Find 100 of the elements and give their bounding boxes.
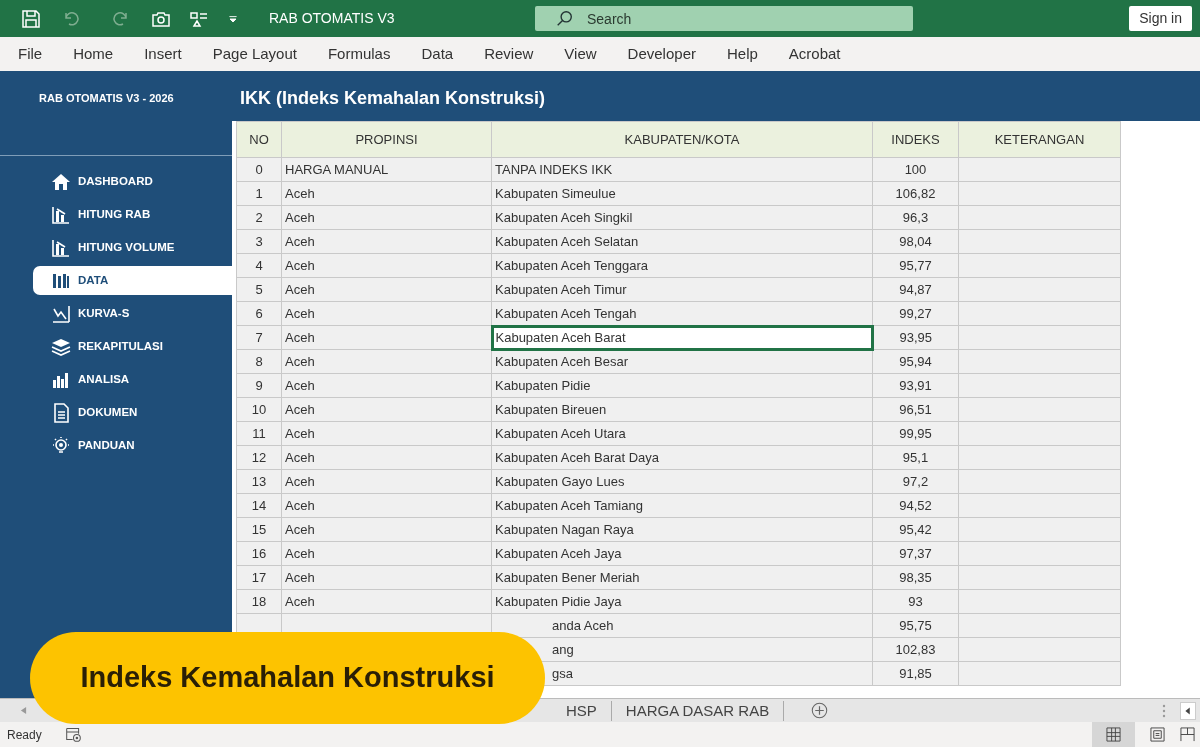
- table-cell[interactable]: Kabupaten Aceh Jaya: [491, 541, 873, 566]
- table-cell[interactable]: Kabupaten Bireuen: [491, 397, 873, 422]
- normal-view-icon[interactable]: [1092, 722, 1135, 747]
- table-cell: 98,35: [872, 565, 959, 590]
- title-banner: Indeks Kemahalan Konstruksi: [30, 632, 545, 724]
- table-cell: 18: [236, 589, 282, 614]
- table-cell[interactable]: Kabupaten Aceh Timur: [491, 277, 873, 302]
- ribbon-tab[interactable]: Data: [421, 42, 454, 66]
- table-cell: 8: [236, 349, 282, 374]
- table-cell[interactable]: Kabupaten Bener Meriah: [491, 565, 873, 590]
- search-field[interactable]: Search: [535, 6, 913, 31]
- table-cell[interactable]: Kabupaten Aceh Besar: [491, 349, 873, 374]
- table-cell[interactable]: Kabupaten Nagan Raya: [491, 517, 873, 542]
- table-cell: HARGA MANUAL: [281, 157, 492, 182]
- table-cell[interactable]: Kabupaten Aceh Tengah: [491, 301, 873, 326]
- table-cell[interactable]: Kabupaten Aceh Selatan: [491, 229, 873, 254]
- table-cell[interactable]: Kabupaten Aceh Utara: [491, 421, 873, 446]
- table-cell: 7: [236, 325, 282, 350]
- sidebar-item[interactable]: PANDUAN: [33, 431, 232, 460]
- table-cell[interactable]: Kabupaten Simeulue: [491, 181, 873, 206]
- table-cell: 98,04: [872, 229, 959, 254]
- window-title: RAB OTOMATIS V3: [269, 9, 395, 28]
- table-cell[interactable]: Kabupaten Gayo Lues: [491, 469, 873, 494]
- table-cell: 102,83: [872, 637, 959, 662]
- table-cell[interactable]: Kabupaten Aceh Singkil: [491, 205, 873, 230]
- table-cell: 95,77: [872, 253, 959, 278]
- table-cell[interactable]: Kabupaten Pidie Jaya: [491, 589, 873, 614]
- ribbon-tab[interactable]: Acrobat: [788, 42, 841, 66]
- table-cell: Aceh: [281, 565, 492, 590]
- table-cell: 95,42: [872, 517, 959, 542]
- table-cell: 96,51: [872, 397, 959, 422]
- document-icon: [51, 402, 71, 423]
- table-cell: 2: [236, 205, 282, 230]
- sidebar-item[interactable]: REKAPITULASI: [33, 332, 232, 361]
- table-cell[interactable]: TANPA INDEKS IKK: [491, 157, 873, 182]
- ribbon-tab[interactable]: Review: [484, 42, 534, 66]
- table-cell[interactable]: Kabupaten Aceh Tenggara: [491, 253, 873, 278]
- table-cell: 97,2: [872, 469, 959, 494]
- line-chart-icon: [51, 303, 71, 324]
- status-text: Ready: [7, 726, 42, 744]
- table-cell: 97,37: [872, 541, 959, 566]
- table-cell: 93,91: [872, 373, 959, 398]
- sidebar-item[interactable]: DATA: [33, 266, 232, 295]
- app-title: RAB OTOMATIS V3 - 2026: [39, 92, 174, 104]
- ribbon-tab[interactable]: File: [18, 42, 43, 66]
- table-cell: 12: [236, 445, 282, 470]
- table-cell: Aceh: [281, 325, 492, 350]
- table-cell: 99,95: [872, 421, 959, 446]
- sheet-tab[interactable]: HSP: [552, 700, 612, 721]
- table-cell: 10: [236, 397, 282, 422]
- table-cell: Aceh: [281, 445, 492, 470]
- table-cell: 11: [236, 421, 282, 446]
- sidebar-item[interactable]: DOKUMEN: [33, 398, 232, 427]
- table-cell: 16: [236, 541, 282, 566]
- save-icon[interactable]: [21, 8, 41, 29]
- layers-icon: [51, 336, 71, 357]
- table-cell: 3: [236, 229, 282, 254]
- search-icon: [556, 10, 573, 27]
- accessibility-icon[interactable]: [64, 726, 82, 743]
- ribbon-tab[interactable]: Help: [726, 42, 758, 66]
- table-cell: Aceh: [281, 181, 492, 206]
- sign-in-button[interactable]: Sign in: [1129, 6, 1192, 31]
- ribbon-tab[interactable]: Formulas: [327, 42, 391, 66]
- ribbon-tab[interactable]: View: [564, 42, 597, 66]
- house-icon: [51, 171, 71, 192]
- sidebar-item[interactable]: HITUNG RAB: [33, 200, 232, 229]
- column-header: PROPINSI: [281, 121, 492, 158]
- column-header: KABUPATEN/KOTA: [491, 121, 873, 158]
- table-cell: Aceh: [281, 397, 492, 422]
- table-cell: 106,82: [872, 181, 959, 206]
- table-cell: Aceh: [281, 349, 492, 374]
- ribbon-tab[interactable]: Insert: [144, 42, 182, 66]
- ribbon-tab[interactable]: Home: [73, 42, 114, 66]
- scroll-left-button[interactable]: [1180, 701, 1196, 720]
- chart-icon: [51, 237, 71, 258]
- lightbulb-icon: [51, 435, 71, 456]
- sidebar-item[interactable]: HITUNG VOLUME: [33, 233, 232, 262]
- table-cell[interactable]: Kabupaten Aceh Barat: [491, 325, 873, 350]
- table-cell[interactable]: Kabupaten Aceh Tamiang: [491, 493, 873, 518]
- table-cell: 1: [236, 181, 282, 206]
- table-cell[interactable]: Kabupaten Pidie: [491, 373, 873, 398]
- table-cell: 6: [236, 301, 282, 326]
- table-cell: 95,1: [872, 445, 959, 470]
- table-cell: Aceh: [281, 277, 492, 302]
- table-cell: 14: [236, 493, 282, 518]
- ribbon-tab[interactable]: Developer: [627, 42, 696, 66]
- sidebar-item[interactable]: ANALISA: [33, 365, 232, 394]
- table-cell: Aceh: [281, 421, 492, 446]
- chart-icon: [51, 204, 71, 225]
- table-cell[interactable]: Kabupaten Aceh Barat Daya: [491, 445, 873, 470]
- sheet-tab[interactable]: HARGA DASAR RAB: [611, 700, 785, 721]
- sidebar-item[interactable]: KURVA-S: [33, 299, 232, 328]
- table-cell: Aceh: [281, 493, 492, 518]
- sidebar-item[interactable]: DASHBOARD: [33, 167, 232, 196]
- cell-text: ang: [552, 641, 574, 657]
- ribbon-tab[interactable]: Page Layout: [212, 42, 297, 66]
- table-cell: 94,87: [872, 277, 959, 302]
- add-sheet-icon[interactable]: [811, 702, 829, 719]
- table-cell: 99,27: [872, 301, 959, 326]
- table-cell: Aceh: [281, 229, 492, 254]
